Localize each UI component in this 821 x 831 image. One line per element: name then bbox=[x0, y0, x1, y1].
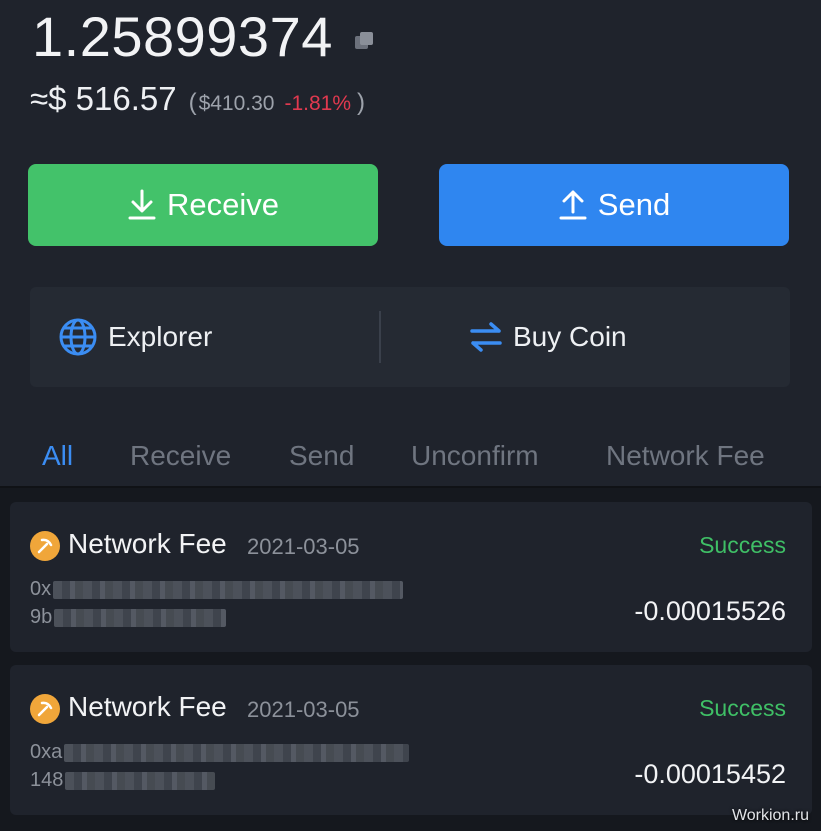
price-change: -1.81% bbox=[284, 92, 352, 115]
tab-unconfirm[interactable]: Unconfirm bbox=[411, 440, 539, 472]
tab-all[interactable]: All bbox=[42, 440, 73, 472]
paren-open: ( bbox=[188, 89, 197, 116]
transaction-status: Success bbox=[699, 532, 786, 558]
tab-receive[interactable]: Receive bbox=[130, 440, 231, 472]
transaction-hash-line-2: 9b bbox=[30, 606, 227, 629]
transaction-item[interactable]: Network Fee 2021-03-05 Success 0xa 148 -… bbox=[10, 665, 812, 815]
hash-blurred bbox=[54, 608, 227, 627]
transaction-status: Success bbox=[699, 695, 786, 721]
hash-prefix: 9b bbox=[30, 606, 53, 628]
coin-icon bbox=[30, 694, 60, 724]
transaction-item[interactable]: Network Fee 2021-03-05 Success 0x 9b -0.… bbox=[10, 502, 812, 652]
pickaxe-icon bbox=[37, 538, 53, 554]
tab-send[interactable]: Send bbox=[289, 440, 354, 472]
tab-network-fee[interactable]: Network Fee bbox=[606, 440, 765, 472]
paren-close: ) bbox=[357, 89, 366, 116]
transaction-hash-line-1: 0xa bbox=[30, 741, 410, 764]
transaction-title: Network Fee bbox=[68, 528, 227, 559]
transaction-date: 2021-03-05 bbox=[247, 534, 360, 559]
globe-icon bbox=[59, 318, 97, 356]
upload-icon bbox=[559, 190, 587, 220]
hash-prefix: 0x bbox=[30, 578, 52, 600]
hash-blurred bbox=[65, 771, 216, 790]
action-bar: Explorer Buy Coin bbox=[30, 287, 790, 387]
transaction-amount: -0.00015452 bbox=[634, 759, 786, 789]
watermark: Workion.ru bbox=[731, 807, 809, 824]
balance-amount: 1.25899374 bbox=[32, 5, 333, 68]
transaction-tabs: All Receive Send Unconfirm Network Fee bbox=[0, 440, 821, 482]
explorer-label: Explorer bbox=[108, 321, 213, 352]
hash-prefix: 0xa bbox=[30, 741, 63, 763]
hash-blurred bbox=[64, 743, 410, 762]
explorer-button[interactable]: Explorer bbox=[30, 287, 379, 387]
send-label: Send bbox=[597, 187, 671, 222]
receive-label: Receive bbox=[167, 187, 279, 222]
transaction-list: Network Fee 2021-03-05 Success 0x 9b -0.… bbox=[0, 486, 821, 831]
swap-arrows-icon bbox=[470, 322, 502, 352]
receive-button[interactable]: Receive bbox=[28, 164, 378, 246]
buy-coin-label: Buy Coin bbox=[513, 321, 627, 352]
transaction-amount: -0.00015526 bbox=[634, 596, 786, 626]
transaction-hash-line-1: 0x bbox=[30, 578, 404, 601]
copy-icon[interactable] bbox=[354, 31, 375, 52]
pickaxe-icon bbox=[37, 701, 53, 717]
buy-coin-button[interactable]: Buy Coin bbox=[381, 287, 790, 387]
transaction-date: 2021-03-05 bbox=[247, 697, 360, 722]
transaction-title: Network Fee bbox=[68, 691, 227, 722]
fiat-row: ≈$ 516.57 ( $410.30 -1.81% ) bbox=[30, 80, 365, 118]
balance-header: 1.25899374 bbox=[32, 4, 375, 69]
fiat-value: ≈$ 516.57 bbox=[30, 80, 177, 117]
coin-price: $410.30 bbox=[198, 92, 275, 115]
hash-blurred bbox=[53, 580, 404, 599]
send-button[interactable]: Send bbox=[439, 164, 789, 246]
hash-prefix: 148 bbox=[30, 769, 64, 791]
download-icon bbox=[128, 189, 156, 220]
coin-icon bbox=[30, 531, 60, 561]
transaction-hash-line-2: 148 bbox=[30, 769, 216, 792]
